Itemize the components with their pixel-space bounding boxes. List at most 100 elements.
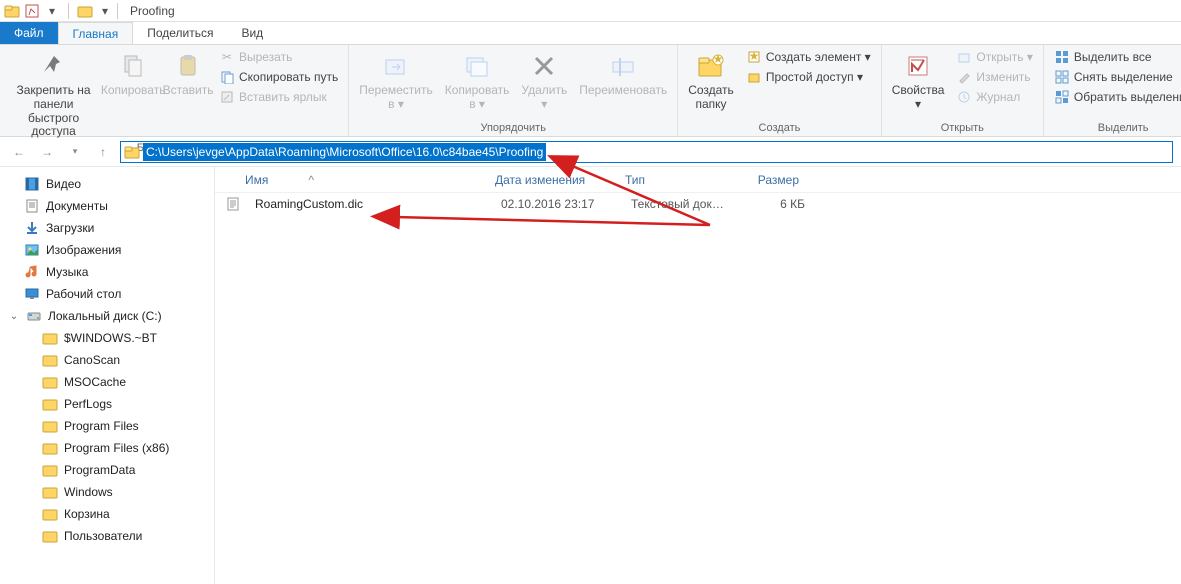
navitem-folder[interactable]: Пользователи (0, 525, 214, 547)
select-all-icon (1054, 49, 1070, 65)
group-select: Выделить все Снять выделение Обратить вы… (1044, 45, 1181, 136)
new-folder-icon: ★ (695, 50, 727, 82)
copy-path-button[interactable]: Скопировать путь (215, 68, 342, 86)
file-name: RoamingCustom.dic (247, 197, 493, 211)
tab-home[interactable]: Главная (58, 22, 134, 44)
file-list-area: Имя^ Дата изменения Тип Размер RoamingCu… (215, 167, 1181, 584)
navitem-folder[interactable]: Program Files (0, 415, 214, 437)
delete-button[interactable]: Удалить ▾ (517, 48, 571, 114)
copy-to-button[interactable]: Копировать в ▾ (441, 48, 514, 114)
pin-quickaccess-button[interactable]: Закрепить на панели быстрого доступа (6, 48, 101, 141)
nav-recent-button[interactable]: ▾ (64, 141, 86, 163)
svg-text:★: ★ (713, 52, 724, 66)
select-none-icon (1054, 69, 1070, 85)
folder-icon (42, 352, 58, 368)
navitem-folder[interactable]: PerfLogs (0, 393, 214, 415)
nav-back-button[interactable]: ← (8, 141, 30, 163)
easy-access-button[interactable]: Простой доступ ▾ (742, 68, 875, 86)
navigation-pane[interactable]: Видео Документы Загрузки Изображения Муз… (0, 167, 215, 584)
invert-selection-icon (1054, 89, 1070, 105)
navitem-folder[interactable]: MSOCache (0, 371, 214, 393)
easy-access-icon (746, 69, 762, 85)
window-title: Proofing (130, 4, 175, 18)
invert-selection-button[interactable]: Обратить выделение (1050, 88, 1181, 106)
nav-forward-button[interactable]: → (36, 141, 58, 163)
move-to-button[interactable]: Переместить в ▾ (355, 48, 437, 114)
quick-access-toolbar: ▾ ▾ (4, 3, 113, 19)
copy-to-icon (461, 50, 493, 82)
paste-button[interactable]: Вставить (165, 48, 211, 100)
ribbon: Закрепить на панели быстрого доступа Коп… (0, 45, 1181, 137)
navitem-music[interactable]: Музыка (0, 261, 214, 283)
pictures-icon (24, 242, 40, 258)
address-bar[interactable]: C:\Users\jevge\AppData\Roaming\Microsoft… (120, 141, 1173, 163)
folder-icon (42, 374, 58, 390)
select-none-button[interactable]: Снять выделение (1050, 68, 1181, 86)
folder-open-icon (77, 3, 93, 19)
pin-icon (38, 50, 70, 82)
address-path: C:\Users\jevge\AppData\Roaming\Microsoft… (143, 143, 546, 161)
new-folder-button[interactable]: ★ Создать папку (684, 48, 738, 114)
folder-icon (42, 330, 58, 346)
navitem-documents[interactable]: Документы (0, 195, 214, 217)
group-label: Выделить (1050, 121, 1181, 135)
new-item-button[interactable]: ★ Создать элемент ▾ (742, 48, 875, 66)
group-open: Свойства ▾ Открыть ▾ Изменить Журнал Отк… (882, 45, 1044, 136)
tab-file[interactable]: Файл (0, 22, 58, 44)
group-new: ★ Создать папку ★ Создать элемент ▾ Прос… (678, 45, 882, 136)
separator (117, 3, 118, 19)
navitem-pictures[interactable]: Изображения (0, 239, 214, 261)
history-button[interactable]: Журнал (952, 88, 1036, 106)
column-name[interactable]: Имя^ (237, 173, 487, 187)
copy-button[interactable]: Копировать (105, 48, 161, 100)
navitem-downloads[interactable]: Загрузки (0, 217, 214, 239)
column-size[interactable]: Размер (727, 173, 807, 187)
file-type: Текстовый докум... (623, 197, 733, 211)
chevron-down-icon[interactable]: ▾ (44, 3, 60, 19)
group-label: Открыть (888, 121, 1037, 135)
svg-text:★: ★ (748, 50, 759, 63)
navitem-folder[interactable]: Program Files (x86) (0, 437, 214, 459)
title-bar: ▾ ▾ Proofing (0, 0, 1181, 22)
navitem-localdisk[interactable]: ⌄Локальный диск (C:) (0, 305, 214, 327)
folder-icon (42, 440, 58, 456)
folder-icon (42, 462, 58, 478)
nav-up-button[interactable]: ↑ (92, 141, 114, 163)
navitem-folder[interactable]: ProgramData (0, 459, 214, 481)
music-icon (24, 264, 40, 280)
expander-icon[interactable]: ⌄ (8, 311, 20, 322)
navitem-folder[interactable]: $WINDOWS.~BT (0, 327, 214, 349)
open-button[interactable]: Открыть ▾ (952, 48, 1036, 66)
column-date[interactable]: Дата изменения (487, 173, 617, 187)
tab-share[interactable]: Поделиться (133, 22, 227, 44)
navitem-desktop[interactable]: Рабочий стол (0, 283, 214, 305)
edit-button[interactable]: Изменить (952, 68, 1036, 86)
paste-shortcut-button[interactable]: Вставить ярлык (215, 88, 342, 106)
address-bar-row: ← → ▾ ↑ C:\Users\jevge\AppData\Roaming\M… (0, 137, 1181, 167)
properties-quick-icon[interactable] (24, 3, 40, 19)
navitem-video[interactable]: Видео (0, 173, 214, 195)
cut-button[interactable]: ✂ Вырезать (215, 48, 342, 66)
file-row[interactable]: RoamingCustom.dic 02.10.2016 23:17 Текст… (215, 193, 1181, 215)
sort-indicator-icon: ^ (308, 173, 314, 187)
select-all-button[interactable]: Выделить все (1050, 48, 1181, 66)
copy-icon (117, 50, 149, 82)
properties-button[interactable]: Свойства ▾ (888, 48, 949, 114)
delete-icon (528, 50, 560, 82)
downloads-icon (24, 220, 40, 236)
new-item-icon: ★ (746, 49, 762, 65)
navitem-folder[interactable]: CanoScan (0, 349, 214, 371)
navitem-folder[interactable]: Windows (0, 481, 214, 503)
scissors-icon: ✂ (219, 49, 235, 65)
separator (68, 3, 69, 19)
chevron-down-icon[interactable]: ▾ (97, 3, 113, 19)
open-icon (956, 49, 972, 65)
folder-icon (42, 396, 58, 412)
rename-button[interactable]: Переименовать (575, 48, 671, 100)
tab-view[interactable]: Вид (227, 22, 277, 44)
navitem-folder[interactable]: Корзина (0, 503, 214, 525)
group-clipboard: Закрепить на панели быстрого доступа Коп… (0, 45, 349, 136)
column-type[interactable]: Тип (617, 173, 727, 187)
copy-path-icon (219, 69, 235, 85)
ribbon-tabs: Файл Главная Поделиться Вид (0, 22, 1181, 45)
